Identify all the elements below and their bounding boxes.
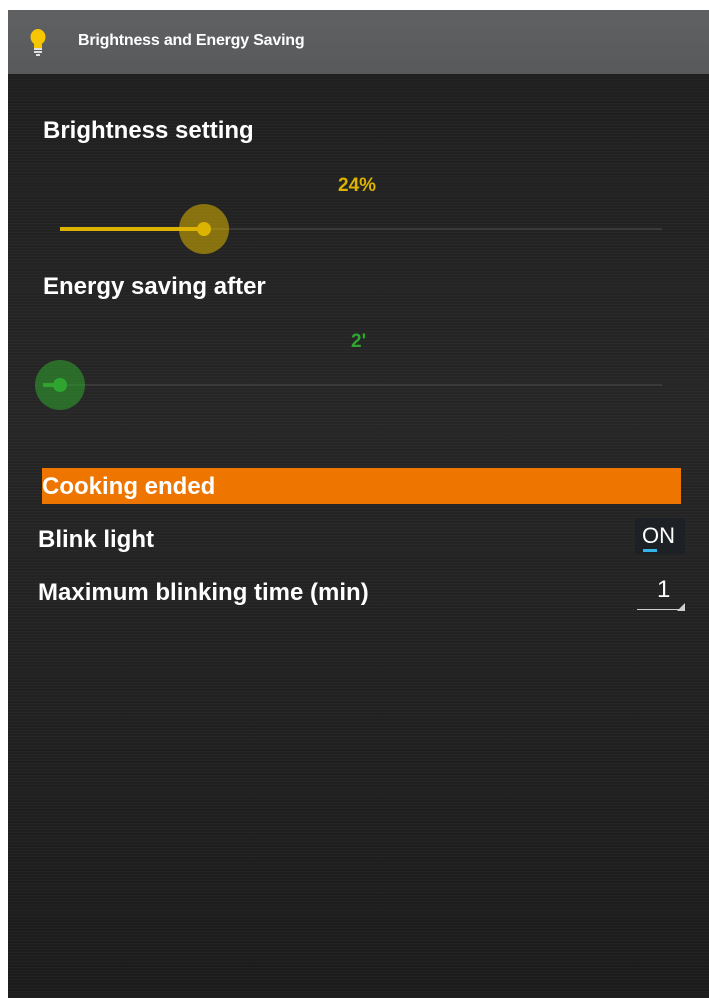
cooking-ended-title: Cooking ended bbox=[42, 473, 216, 500]
toggle-indicator bbox=[643, 549, 657, 552]
energy-saving-value: 2' bbox=[351, 331, 367, 352]
energy-saving-slider-track bbox=[60, 384, 662, 386]
brightness-value: 24% bbox=[338, 175, 377, 196]
brightness-slider-thumb[interactable] bbox=[179, 204, 230, 254]
page-title: Brightness and Energy Saving bbox=[78, 32, 305, 49]
blink-light-label: Blink light bbox=[38, 526, 154, 553]
lightbulb-icon bbox=[30, 29, 46, 56]
max-blinking-time-value: 1 bbox=[657, 576, 671, 603]
spinner-underline bbox=[637, 609, 681, 610]
blink-light-toggle-text: ON bbox=[642, 523, 675, 548]
brightness-slider[interactable] bbox=[60, 204, 662, 254]
energy-saving-slider-thumb[interactable] bbox=[35, 360, 85, 410]
energy-saving-slider-stub bbox=[43, 383, 57, 387]
brightness-label: Brightness setting bbox=[43, 117, 254, 144]
max-blinking-time-spinner[interactable]: 1 bbox=[635, 576, 687, 616]
energy-saving-slider[interactable] bbox=[35, 360, 662, 410]
blink-light-toggle[interactable]: ON bbox=[635, 518, 685, 554]
energy-saving-label: Energy saving after bbox=[43, 273, 266, 300]
spinner-corner-icon bbox=[677, 603, 685, 611]
screen: Brightness and Energy Saving Brightness … bbox=[8, 10, 709, 998]
title-bar: Brightness and Energy Saving bbox=[8, 10, 709, 74]
cooking-ended-header: Cooking ended bbox=[42, 468, 681, 504]
max-blinking-time-label: Maximum blinking time (min) bbox=[38, 579, 369, 606]
brightness-slider-thumb-dot bbox=[197, 222, 212, 236]
